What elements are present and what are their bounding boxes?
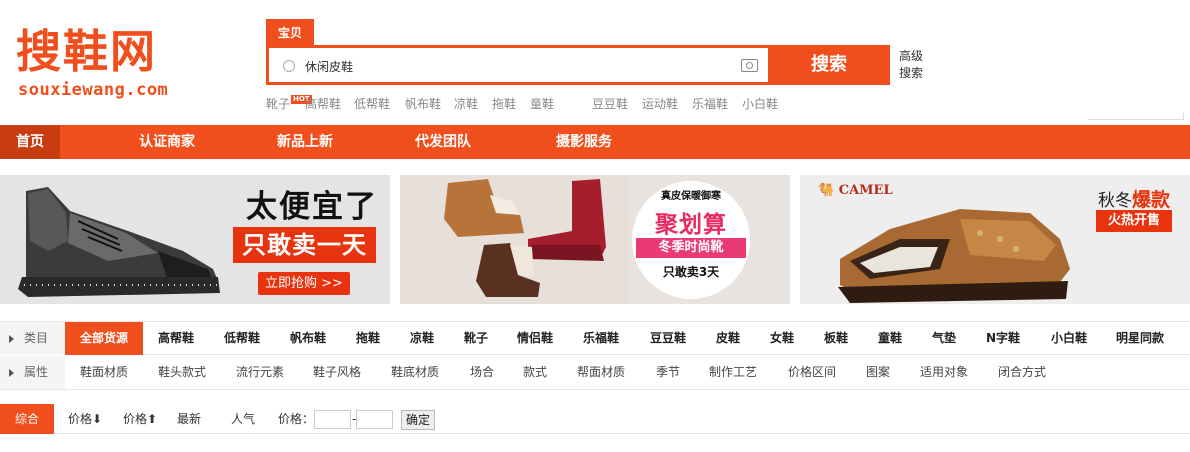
price-max-input[interactable] [356, 410, 393, 429]
banner-subtitle: 只敢卖一天 [233, 227, 376, 263]
attribute-item[interactable]: 图案 [866, 356, 890, 389]
banner-boots[interactable]: 真皮保暖御寒 聚划算 冬季时尚靴 只敢卖3天 [400, 175, 790, 304]
sort-bar: 综合 价格⬇ 价格⬆ 最新 人气 价格： - 确定 [0, 404, 1190, 434]
attribute-item[interactable]: 价格区间 [788, 356, 836, 389]
category-item[interactable]: 豆豆鞋 [650, 322, 686, 355]
camel-icon: 🐫 [818, 183, 835, 198]
hot-word[interactable]: 低帮鞋 [354, 95, 390, 112]
nav-item-new[interactable]: 新品上新 [260, 125, 350, 159]
hot-word[interactable]: 运动鞋 [642, 95, 678, 112]
hot-word[interactable]: 豆豆鞋 [592, 95, 628, 112]
attribute-item[interactable]: 鞋子风格 [313, 356, 361, 389]
category-item[interactable]: N字鞋 [986, 322, 1020, 355]
search-icon [283, 60, 295, 72]
price-filter-label: 价格： [278, 412, 315, 426]
sort-newest[interactable]: 最新 [177, 404, 201, 434]
attribute-label[interactable]: 属性 [0, 356, 65, 389]
banner-title: 聚划算 [655, 212, 727, 238]
attribute-item[interactable]: 场合 [470, 356, 494, 389]
leather-shoe-image [838, 209, 1070, 303]
category-item[interactable]: 明星同款 [1116, 322, 1164, 355]
category-item[interactable]: 气垫 [932, 322, 956, 355]
search-input[interactable] [305, 56, 725, 76]
site-logo[interactable]: 搜鞋网 souxiewang.com [16, 20, 191, 110]
search-box [266, 45, 768, 85]
category-all[interactable]: 全部货源 [65, 322, 143, 355]
site-header: 搜鞋网 souxiewang.com 宝贝 搜索 高级搜索 靴子 HOT 高帮鞋… [0, 0, 1190, 125]
hot-word[interactable]: 帆布鞋 [405, 95, 441, 112]
camel-brand-name: CAMEL [838, 183, 893, 198]
sneaker-image [18, 187, 220, 297]
header-divider [1088, 112, 1184, 120]
category-item[interactable]: 帆布鞋 [290, 322, 326, 355]
category-item[interactable]: 乐福鞋 [583, 322, 619, 355]
hot-word[interactable]: 乐福鞋 [692, 95, 728, 112]
price-confirm-button[interactable]: 确定 [401, 410, 435, 430]
attribute-item[interactable]: 鞋头款式 [158, 356, 206, 389]
category-item[interactable]: 低帮鞋 [224, 322, 260, 355]
logo-text-cn: 搜鞋网 [16, 25, 158, 78]
attribute-item[interactable]: 流行元素 [236, 356, 284, 389]
hot-word[interactable]: 凉鞋 [454, 95, 478, 112]
category-item[interactable]: 拖鞋 [356, 322, 380, 355]
nav-item-home[interactable]: 首页 [0, 125, 60, 159]
nav-item-certified[interactable]: 认证商家 [122, 125, 212, 159]
hot-word[interactable]: 高帮鞋 [305, 95, 341, 112]
nav-item-photo[interactable]: 摄影服务 [539, 125, 629, 159]
banner-top-text: 真皮保暖御寒 [661, 191, 721, 202]
category-item[interactable]: 皮鞋 [716, 322, 740, 355]
hot-word[interactable]: 小白鞋 [742, 95, 778, 112]
attribute-item[interactable]: 鞋底材质 [391, 356, 439, 389]
banner-title: 秋冬爆款 [1098, 185, 1170, 212]
banner-title: 太便宜了 [246, 189, 378, 225]
category-item[interactable]: 高帮鞋 [158, 322, 194, 355]
price-min-input[interactable] [314, 410, 351, 429]
category-filter: 类目 全部货源 高帮鞋 低帮鞋 帆布鞋 拖鞋 凉鞋 靴子 情侣鞋 乐福鞋 豆豆鞋… [0, 321, 1190, 355]
hot-word[interactable]: 拖鞋 [492, 95, 516, 112]
banner-sneaker[interactable]: 太便宜了 只敢卖一天 立即抢购 >> [0, 175, 390, 304]
main-nav: 首页 认证商家 新品上新 代发团队 摄影服务 [0, 125, 1190, 159]
banner-subtitle: 冬季时尚靴 [636, 238, 746, 258]
triangle-right-icon [9, 335, 14, 343]
category-item[interactable]: 情侣鞋 [517, 322, 553, 355]
attribute-item[interactable]: 制作工艺 [709, 356, 757, 389]
category-label-text: 类目 [24, 331, 49, 345]
sort-popular[interactable]: 人气 [231, 404, 255, 434]
boots-image [400, 175, 630, 304]
logo-text-en: souxiewang.com [18, 80, 169, 100]
attribute-label-text: 属性 [24, 365, 49, 379]
category-item[interactable]: 女鞋 [770, 322, 794, 355]
category-item[interactable]: 童鞋 [878, 322, 902, 355]
banner-title-highlight: 爆款 [1132, 189, 1171, 211]
category-item[interactable]: 靴子 [464, 322, 488, 355]
attribute-item[interactable]: 帮面材质 [577, 356, 625, 389]
category-item[interactable]: 凉鞋 [410, 322, 434, 355]
camel-brand-logo: 🐫 CAMEL [818, 183, 893, 198]
hot-word[interactable]: 童鞋 [530, 95, 554, 112]
banner-camel[interactable]: 🐫 CAMEL 秋冬爆款 火热开售 [800, 175, 1190, 304]
search-tab-items[interactable]: 宝贝 [266, 19, 314, 45]
attribute-item[interactable]: 闭合方式 [998, 356, 1046, 389]
attribute-item[interactable]: 适用对象 [920, 356, 968, 389]
buy-now-button[interactable]: 立即抢购 >> [258, 272, 350, 295]
attribute-item[interactable]: 季节 [656, 356, 680, 389]
banner-badge: 火热开售 [1096, 210, 1172, 232]
triangle-right-icon [9, 369, 14, 377]
camera-icon[interactable] [741, 59, 758, 72]
attribute-filter: 属性 鞋面材质 鞋头款式 流行元素 鞋子风格 鞋底材质 场合 款式 帮面材质 季… [0, 356, 1190, 390]
banner-footer-text: 只敢卖3天 [662, 265, 720, 279]
category-item[interactable]: 小白鞋 [1051, 322, 1087, 355]
search-button[interactable]: 搜索 [768, 45, 890, 85]
sort-price-desc[interactable]: 价格⬇ [68, 404, 102, 434]
banner-title-prefix: 秋冬 [1098, 191, 1132, 211]
attribute-item[interactable]: 鞋面材质 [80, 356, 128, 389]
category-item[interactable]: 板鞋 [824, 322, 848, 355]
attribute-item[interactable]: 款式 [523, 356, 547, 389]
hot-word[interactable]: 靴子 [266, 95, 290, 112]
sort-price-asc[interactable]: 价格⬆ [123, 404, 157, 434]
sort-overall[interactable]: 综合 [0, 404, 54, 434]
category-label[interactable]: 类目 [0, 322, 65, 355]
nav-item-dropship[interactable]: 代发团队 [398, 125, 488, 159]
advanced-search-link[interactable]: 高级搜索 [899, 48, 929, 82]
